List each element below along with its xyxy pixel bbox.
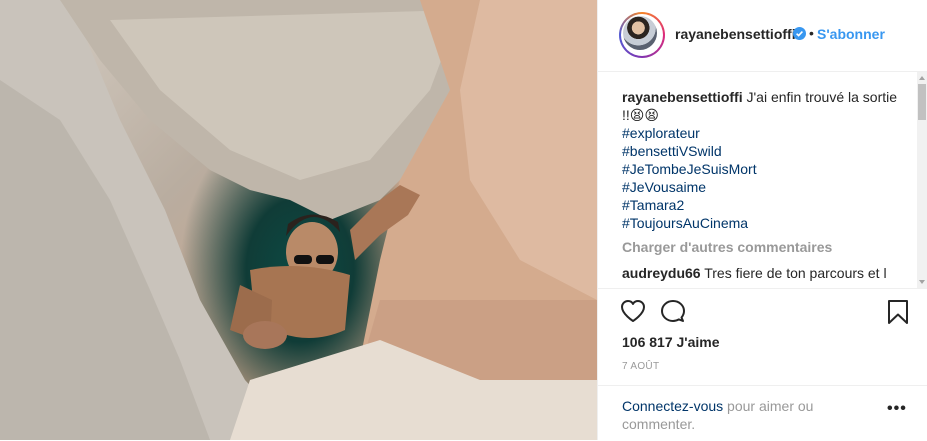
post-side-panel: rayanebensettioffi • S'abonner rayaneben…	[597, 0, 927, 440]
login-prompt: Connectez-vous pour aimer ou commenter. …	[598, 385, 927, 441]
instagram-post: rayanebensettioffi • S'abonner rayaneben…	[0, 0, 927, 440]
heart-icon[interactable]	[620, 299, 646, 323]
scrollbar-thumb[interactable]	[918, 84, 926, 120]
post-caption: rayanebensettioffi J'ai enfin trouvé la …	[622, 88, 902, 232]
comment-text: Tres fiere de ton parcours et l	[704, 265, 887, 281]
hashtag-list: #explorateur #bensettiVSwild #JeTombeJeS…	[622, 124, 902, 232]
verified-badge-icon	[793, 27, 806, 40]
caption-username[interactable]: rayanebensettioffi	[622, 89, 743, 105]
hashtag-link[interactable]: #JeVousaime	[622, 178, 902, 196]
hashtag-link[interactable]: #Tamara2	[622, 196, 902, 214]
login-prompt-text: Connectez-vous pour aimer ou commenter.	[622, 397, 852, 433]
follow-button[interactable]: S'abonner	[817, 26, 885, 42]
comments-scrollbar[interactable]	[917, 72, 927, 288]
photo-illustration	[0, 0, 597, 440]
hashtag-link[interactable]: #bensettiVSwild	[622, 142, 902, 160]
post-photo[interactable]	[0, 0, 597, 440]
post-actions: 106 817 J'aime 7 AOÛT Connectez-vous pou…	[598, 288, 927, 440]
scroll-up-arrow-icon[interactable]	[919, 76, 925, 80]
hashtag-link[interactable]: #JeTombeJeSuisMort	[622, 160, 902, 178]
comment-username[interactable]: audreydu66	[622, 265, 701, 281]
post-date[interactable]: 7 AOÛT	[622, 361, 659, 372]
comment-bubble-icon[interactable]	[660, 299, 686, 323]
login-link[interactable]: Connectez-vous	[622, 398, 723, 414]
likes-count[interactable]: 106 817 J'aime	[622, 334, 720, 350]
comment-item: audreydu66 Tres fiere de ton parcours et…	[622, 264, 902, 282]
hashtag-link[interactable]: #explorateur	[622, 124, 902, 142]
separator-dot: •	[809, 25, 814, 41]
more-options-button[interactable]: •••	[887, 400, 907, 418]
bookmark-icon[interactable]	[887, 299, 909, 325]
post-header: rayanebensettioffi • S'abonner	[598, 0, 927, 72]
comments-section[interactable]: rayanebensettioffi J'ai enfin trouvé la …	[598, 72, 927, 286]
hashtag-link[interactable]: #ToujoursAuCinema	[622, 214, 902, 232]
avatar[interactable]	[619, 12, 665, 58]
avatar-image	[623, 16, 657, 50]
scroll-down-arrow-icon[interactable]	[919, 280, 925, 284]
load-more-comments-button[interactable]: Charger d'autres commentaires	[622, 239, 832, 255]
header-username[interactable]: rayanebensettioffi	[675, 26, 796, 42]
